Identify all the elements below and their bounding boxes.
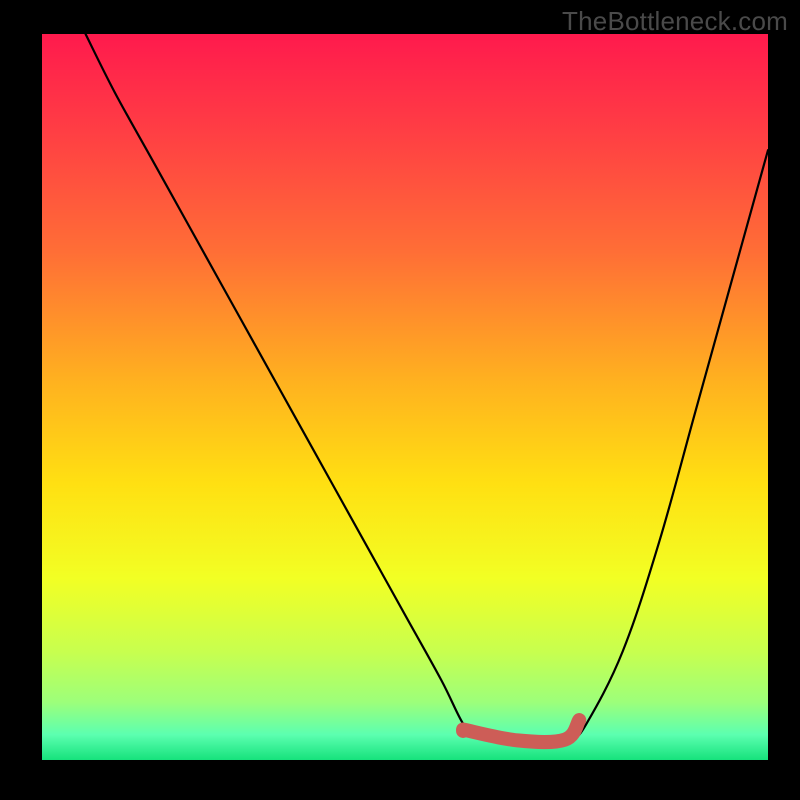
optimal-range-highlight [463, 720, 579, 742]
chart-overlay [42, 34, 768, 760]
plot-area [42, 34, 768, 760]
watermark-text: TheBottleneck.com [562, 6, 788, 37]
bottleneck-curve [86, 34, 768, 742]
optimal-marker-dot [456, 724, 470, 738]
chart-frame: TheBottleneck.com [0, 0, 800, 800]
